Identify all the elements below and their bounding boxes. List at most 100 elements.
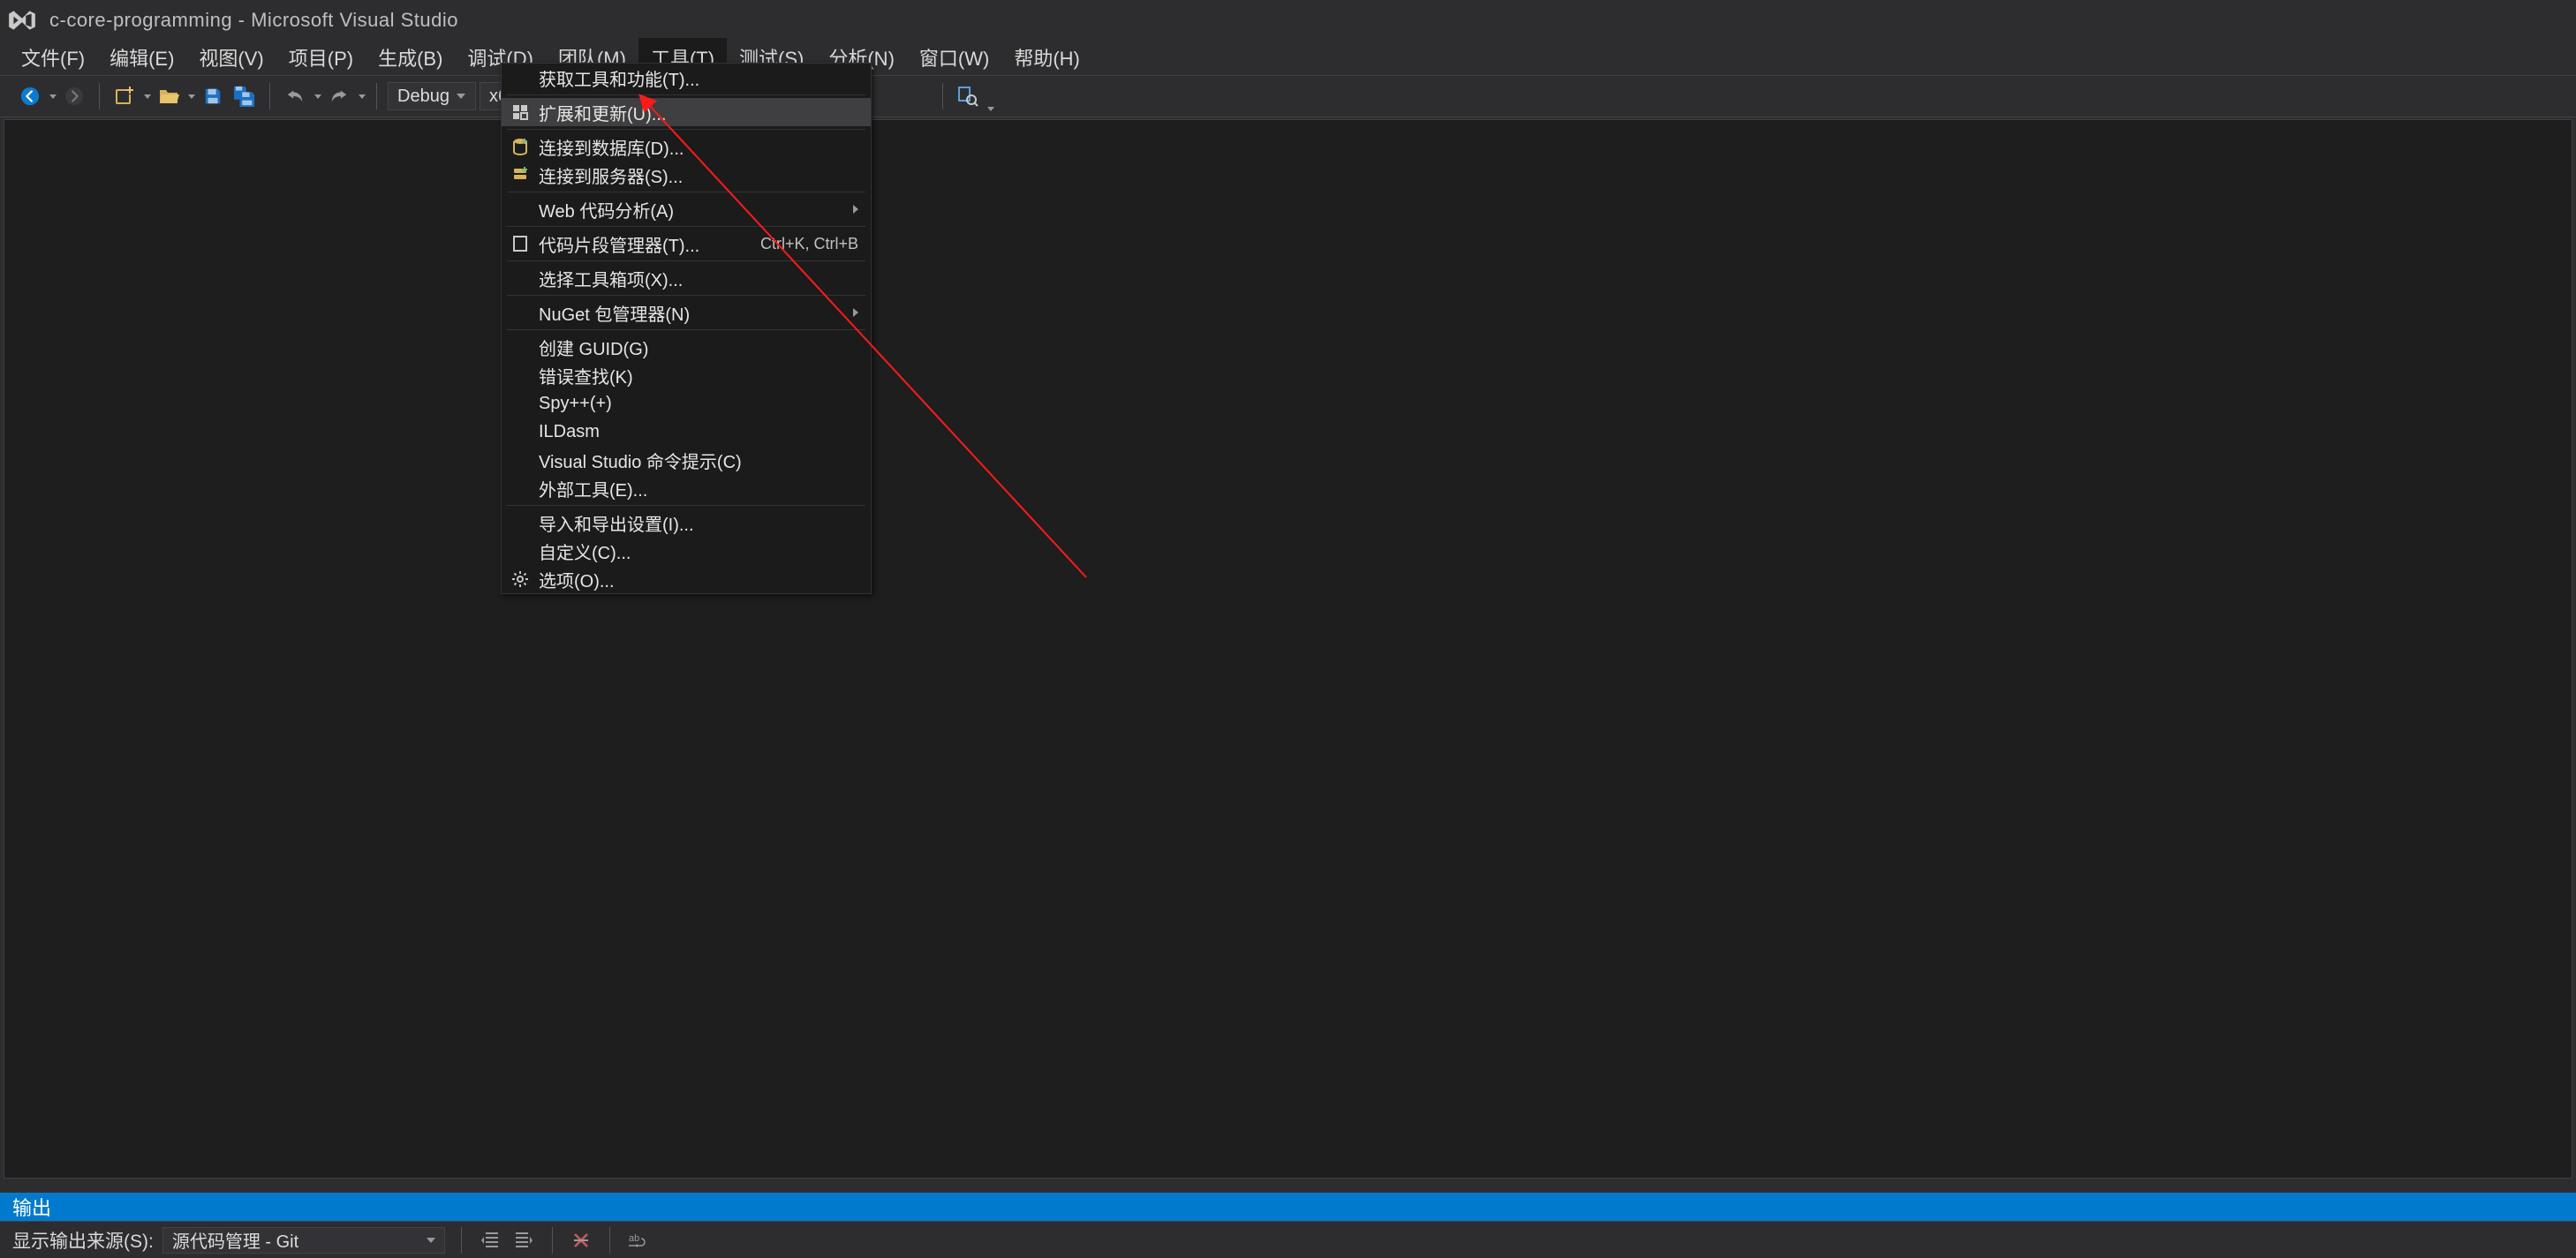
- menu-item-label: 扩展和更新(U)...: [539, 100, 858, 125]
- menu-separator: [507, 329, 865, 330]
- menu-item[interactable]: 连接到数据库(D)...: [502, 132, 871, 161]
- menu-separator: [507, 505, 865, 506]
- chevron-down-icon[interactable]: [188, 94, 195, 99]
- menu-item-label: 连接到数据库(D)...: [539, 134, 858, 160]
- extensions-icon: [507, 103, 533, 121]
- submenu-arrow-icon: [853, 205, 858, 214]
- db-icon: [507, 138, 533, 155]
- save-all-button[interactable]: [230, 82, 259, 110]
- menu-item[interactable]: 外部工具(E)...: [502, 474, 871, 502]
- svg-text:ab: ab: [629, 1233, 639, 1244]
- output-panel-title: 输出: [12, 1193, 51, 1221]
- menu-视图v[interactable]: 视图(V): [186, 38, 276, 77]
- menu-item-label: 代码片段管理器(T)...: [539, 231, 760, 257]
- chevron-down-icon: [457, 94, 465, 99]
- menu-帮助h[interactable]: 帮助(H): [1001, 38, 1092, 77]
- menu-item-label: 获取工具和功能(T)...: [539, 65, 858, 91]
- toolbar-separator: [99, 83, 100, 109]
- menu-item[interactable]: 连接到服务器(S)...: [502, 161, 871, 189]
- menu-separator: [507, 94, 865, 95]
- menu-item[interactable]: 选项(O)...: [502, 565, 871, 593]
- menu-item-label: 选择工具箱项(X)...: [539, 266, 858, 291]
- menu-item[interactable]: 扩展和更新(U)...: [502, 98, 871, 126]
- editor-background: [4, 119, 2572, 1179]
- toolbar-separator: [942, 83, 943, 109]
- menu-窗口w[interactable]: 窗口(W): [907, 38, 1001, 77]
- gear-icon: [507, 570, 533, 588]
- menu-item[interactable]: NuGet 包管理器(N): [502, 298, 871, 327]
- menu-生成b[interactable]: 生成(B): [366, 38, 455, 77]
- menu-item[interactable]: Spy++(+): [502, 389, 871, 418]
- menu-item[interactable]: Web 代码分析(A): [502, 195, 871, 223]
- chevron-down-icon: [427, 1238, 435, 1243]
- menu-item[interactable]: 获取工具和功能(T)...: [502, 64, 871, 92]
- menu-编辑e[interactable]: 编辑(E): [97, 38, 186, 77]
- save-button[interactable]: [199, 82, 227, 110]
- menu-separator: [507, 260, 865, 261]
- snippet-icon: [507, 235, 533, 252]
- toolbar-separator: [461, 1227, 462, 1254]
- chevron-down-icon[interactable]: [49, 94, 57, 99]
- chevron-down-icon[interactable]: [987, 107, 994, 111]
- toolbar-separator: [269, 83, 270, 109]
- menu-item[interactable]: 代码片段管理器(T)...Ctrl+K, Ctrl+B: [502, 230, 871, 258]
- menu-separator: [507, 129, 865, 130]
- output-source-value: 源代码管理 - Git: [172, 1227, 298, 1253]
- menu-item-label: 导入和导出设置(I)...: [539, 510, 858, 536]
- open-file-button[interactable]: [155, 82, 183, 110]
- new-project-button[interactable]: [110, 82, 139, 110]
- main-toolbar: Debug x64: [0, 75, 2576, 117]
- menu-item-label: 创建 GUID(G): [539, 335, 858, 360]
- menu-item[interactable]: 自定义(C)...: [502, 537, 871, 565]
- menu-item[interactable]: 创建 GUID(G): [502, 333, 871, 361]
- menu-item-label: Visual Studio 命令提示(C): [539, 448, 858, 473]
- menu-item[interactable]: ILDasm: [502, 418, 871, 446]
- menu-文件f[interactable]: 文件(F): [9, 38, 97, 77]
- tools-menu-dropdown: 获取工具和功能(T)... 扩展和更新(U)... 连接到数据库(D)...连接到服…: [501, 63, 872, 594]
- menu-separator: [507, 226, 865, 227]
- vs-logo-icon: [7, 5, 37, 35]
- redo-button[interactable]: [325, 82, 353, 110]
- find-in-files-button[interactable]: [954, 82, 982, 110]
- menu-item-label: 选项(O)...: [539, 567, 858, 592]
- toolbar-separator: [376, 83, 377, 109]
- toggle-wordwrap-icon[interactable]: ab: [626, 1228, 651, 1253]
- menu-item-label: 自定义(C)...: [539, 539, 858, 564]
- menu-item-label: NuGet 包管理器(N): [539, 300, 844, 326]
- menu-item-label: 错误查找(K): [539, 363, 858, 388]
- unindent-icon[interactable]: [478, 1228, 502, 1253]
- output-source-label: 显示输出来源(S):: [12, 1227, 154, 1254]
- menu-bar: 文件(F)编辑(E)视图(V)项目(P)生成(B)调试(D)团队(M)工具(T)…: [0, 40, 2576, 75]
- chevron-down-icon[interactable]: [314, 94, 321, 99]
- menu-项目p[interactable]: 项目(P): [276, 38, 366, 77]
- chevron-down-icon[interactable]: [359, 94, 366, 99]
- menu-item-label: ILDasm: [539, 422, 858, 442]
- menu-item-label: Web 代码分析(A): [539, 197, 844, 222]
- undo-button[interactable]: [281, 82, 309, 110]
- menu-separator: [507, 295, 865, 296]
- menu-item-label: 连接到服务器(S)...: [539, 162, 858, 188]
- output-toolbar: 显示输出来源(S): 源代码管理 - Git ab: [0, 1221, 2576, 1258]
- server-icon: [507, 166, 533, 184]
- window-title: c-core-programming - Microsoft Visual St…: [49, 9, 458, 32]
- nav-back-button[interactable]: [16, 82, 44, 110]
- chevron-down-icon[interactable]: [144, 94, 151, 99]
- menu-item[interactable]: 选择工具箱项(X)...: [502, 264, 871, 292]
- indent-icon[interactable]: [511, 1228, 536, 1253]
- solution-config-value: Debug: [397, 87, 449, 107]
- clear-all-icon[interactable]: [569, 1228, 593, 1253]
- output-source-dropdown[interactable]: 源代码管理 - Git: [162, 1227, 445, 1254]
- menu-item-label: 外部工具(E)...: [539, 476, 858, 501]
- title-bar: c-core-programming - Microsoft Visual St…: [0, 0, 2576, 40]
- menu-item[interactable]: 导入和导出设置(I)...: [502, 508, 871, 537]
- work-area: 输出 显示输出来源(S): 源代码管理 - Git ab: [0, 117, 2576, 1258]
- menu-item-label: Spy++(+): [539, 394, 858, 414]
- output-panel-header[interactable]: 输出: [0, 1193, 2576, 1221]
- toolbar-separator: [552, 1227, 553, 1254]
- menu-item[interactable]: 错误查找(K): [502, 361, 871, 389]
- solution-config-dropdown[interactable]: Debug: [388, 82, 476, 110]
- toolbar-separator: [609, 1227, 610, 1254]
- nav-forward-button: [60, 82, 88, 110]
- submenu-arrow-icon: [853, 308, 858, 317]
- menu-item[interactable]: Visual Studio 命令提示(C): [502, 446, 871, 474]
